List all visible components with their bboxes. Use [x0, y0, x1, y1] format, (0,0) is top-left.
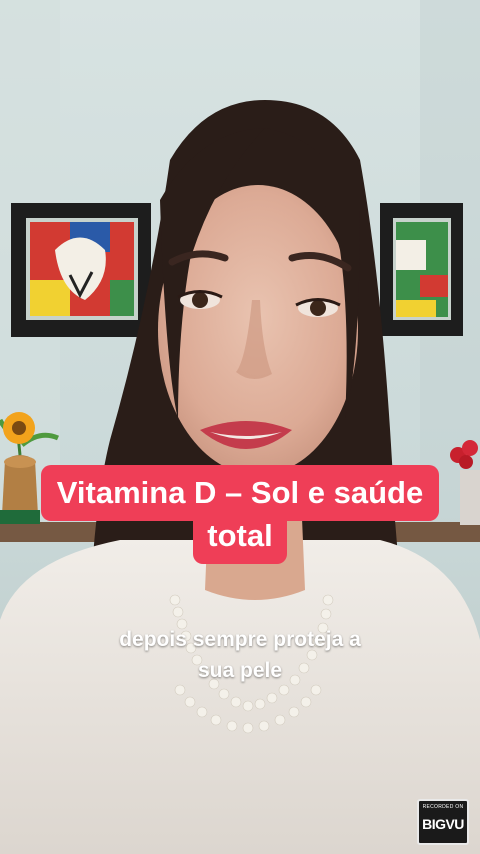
bigvu-logo: BIGVU — [422, 816, 464, 832]
video-title-line2: total — [193, 515, 287, 564]
video-frame — [0, 0, 480, 854]
bigvu-watermark: RECORDED ON BIGVU — [417, 799, 469, 845]
recorded-on-label: RECORDED ON — [422, 804, 464, 810]
video-title: Vitamina D – Sol e saúde total — [0, 465, 480, 564]
video-title-line1: Vitamina D – Sol e saúde — [40, 465, 440, 521]
left-painting — [11, 203, 151, 337]
right-painting — [380, 203, 463, 336]
caption-line1: depois sempre proteja a — [119, 628, 361, 651]
subtitle-caption: depois sempre proteja a sua pele — [40, 624, 440, 686]
caption-line2: sua pele — [197, 659, 283, 682]
